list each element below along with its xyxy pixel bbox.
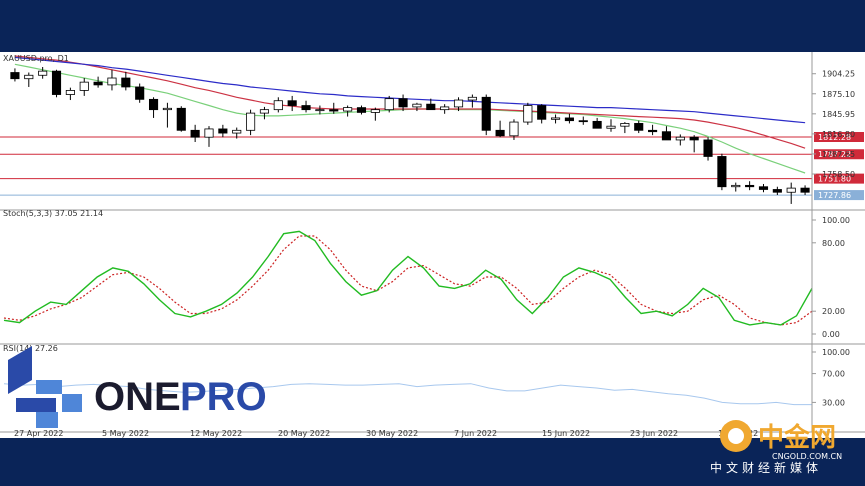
footer-domain: CNGOLD.COM.CN bbox=[772, 452, 842, 461]
price-tick-label: 1816.80 bbox=[822, 130, 855, 139]
candle-body bbox=[648, 129, 658, 133]
candle-body bbox=[301, 105, 311, 111]
price-tick-label: 1758.50 bbox=[822, 170, 855, 179]
candle-body bbox=[495, 129, 505, 137]
rsi-tick-label: 30.00 bbox=[822, 398, 845, 407]
price-tick-label: 1845.95 bbox=[822, 110, 855, 119]
candle-body bbox=[758, 186, 769, 190]
candle-body bbox=[689, 136, 699, 141]
footer-watermark: 中金网 CNGOLD.COM.CN 中文财经新媒体 bbox=[710, 420, 842, 475]
candle-body bbox=[606, 125, 616, 129]
candle-body bbox=[523, 105, 533, 123]
candle-body bbox=[329, 109, 339, 112]
candle-body bbox=[564, 117, 574, 122]
candle-body bbox=[537, 105, 547, 120]
candle-body bbox=[592, 120, 602, 129]
candle-body bbox=[800, 187, 810, 193]
candle-body bbox=[731, 184, 741, 188]
date-label: 23 Jun 2022 bbox=[630, 429, 678, 438]
footer-site-name: 中金网 bbox=[758, 422, 836, 453]
candle-body bbox=[453, 99, 464, 108]
rsi-tick-label: 70.00 bbox=[822, 370, 845, 379]
price-level-label: 1727.86 bbox=[818, 191, 851, 200]
candle-body bbox=[315, 109, 325, 112]
candle-body bbox=[578, 120, 588, 123]
onepro-logo: ONE PRO bbox=[8, 346, 267, 428]
candle-body bbox=[370, 109, 380, 113]
candle-body bbox=[384, 98, 394, 111]
candle-body bbox=[620, 123, 630, 127]
candle-body bbox=[550, 117, 561, 120]
candle-body bbox=[745, 184, 755, 188]
price-tick-label: 1875.10 bbox=[822, 90, 855, 99]
candle-body bbox=[634, 123, 644, 131]
rsi-tick-label: 100.00 bbox=[822, 348, 850, 357]
candle-body bbox=[703, 139, 713, 157]
candle-body bbox=[398, 98, 408, 108]
footer-tagline: 中文财经新媒体 bbox=[710, 460, 822, 475]
brand-name-one: ONE bbox=[94, 375, 181, 419]
candle-body bbox=[661, 131, 672, 141]
candle-body bbox=[356, 107, 367, 113]
brand-name-pro: PRO bbox=[180, 375, 267, 419]
candle-body bbox=[343, 107, 353, 112]
candle-body bbox=[772, 189, 782, 193]
price-tick-label: 1787.65 bbox=[822, 150, 855, 159]
candle-body bbox=[786, 187, 796, 193]
date-label: 30 May 2022 bbox=[366, 429, 418, 438]
candle-body bbox=[426, 103, 436, 111]
candle-body bbox=[675, 136, 685, 141]
stoch-tick-label: 100.00 bbox=[822, 216, 850, 225]
stoch-tick-label: 20.00 bbox=[822, 307, 845, 316]
candle-body bbox=[717, 156, 727, 188]
date-label: 7 Jun 2022 bbox=[454, 429, 497, 438]
candle-body bbox=[467, 96, 477, 101]
candle-body bbox=[412, 103, 422, 108]
date-label: 15 Jun 2022 bbox=[542, 429, 590, 438]
stoch-tick-label: 0.00 bbox=[822, 330, 840, 339]
candle-body bbox=[481, 96, 491, 131]
price-tick-label: 1904.25 bbox=[822, 70, 855, 79]
onepro-logo-mark bbox=[8, 346, 82, 428]
candle-body bbox=[509, 121, 519, 137]
stoch-tick-label: 80.00 bbox=[822, 239, 845, 248]
candle-body bbox=[440, 106, 450, 111]
